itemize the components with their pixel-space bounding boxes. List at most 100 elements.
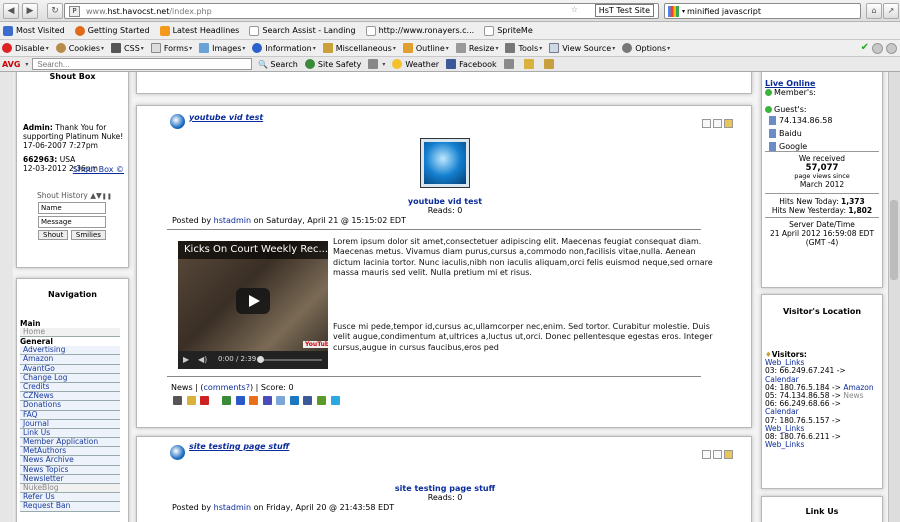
wd-css[interactable]: CSS ▾ (111, 43, 144, 53)
shout-message-field[interactable]: Message (38, 216, 106, 228)
bookmark-spriteme[interactable]: SpriteMe (484, 25, 533, 36)
visitor-page[interactable]: Web_Links (765, 441, 883, 449)
play-button[interactable] (236, 288, 270, 314)
avg-search-input[interactable] (32, 58, 253, 70)
volume-icon[interactable]: ◀) (198, 355, 207, 364)
pdf-icon[interactable] (713, 119, 722, 128)
bookmark-label: Search Assist - Landing (262, 26, 356, 35)
bookmark-most-visited[interactable]: Most Visited (3, 25, 65, 36)
author-link[interactable]: hstadmin (214, 216, 251, 225)
scrollbar-thumb[interactable] (890, 200, 898, 280)
seek-handle[interactable] (257, 356, 264, 363)
back-icon[interactable]: ◀ (3, 2, 19, 19)
avg-weather[interactable]: Weather (392, 59, 439, 69)
weather-label: Weather (405, 59, 440, 69)
shout-text: USA (59, 155, 76, 164)
bookmark-getting-started[interactable]: Getting Started (74, 25, 150, 36)
engine-dropdown-icon[interactable]: ▾ (682, 8, 685, 15)
pdf-icon[interactable] (200, 396, 210, 405)
server-time-block: Server Date/Time 21 April 2012 16:59:08 … (762, 220, 882, 247)
feed-icon[interactable]: ↗ (883, 3, 899, 19)
shout-history[interactable]: Shout History ▲▼❚❚ (37, 191, 112, 200)
email-icon[interactable] (186, 396, 196, 405)
home-icon[interactable]: ⌂ (866, 3, 882, 19)
nav-menu: Main Home General Advertising Amazon Ava… (20, 319, 128, 512)
wd-information[interactable]: Information ▾ (252, 43, 316, 53)
search-engine-box[interactable]: ▾ minified javascript (664, 3, 861, 19)
star-icon[interactable]: ☆ (571, 5, 578, 14)
shoutbox-link[interactable]: Shout Box © (73, 165, 124, 174)
shout-button[interactable]: Shout (38, 230, 69, 240)
youtube-video[interactable]: Kicks On Court Weekly Rec... YouTube ▶ ◀… (178, 241, 328, 369)
edit-icon[interactable] (724, 450, 733, 459)
url-bar[interactable]: P www. hst.havocst.net/index.php ☆ HsT Te… (64, 3, 659, 19)
youtube-logo[interactable]: YouTube (303, 341, 328, 348)
wd-images[interactable]: Images ▾ (199, 43, 245, 53)
live-online-title[interactable]: Live Online (765, 79, 815, 88)
wd-disable[interactable]: Disable ▾ (2, 43, 49, 53)
share-icon[interactable] (262, 396, 272, 405)
divider (765, 151, 879, 152)
vertical-scrollbar[interactable] (888, 72, 900, 522)
visitor-page[interactable]: News (843, 391, 863, 400)
wd-outline[interactable]: Outline ▾ (402, 43, 449, 53)
wd-view-source[interactable]: View Source ▾ (549, 43, 615, 53)
share-icon[interactable] (222, 396, 232, 405)
bookmark-ronayers[interactable]: http://www.ronayers.c... (365, 25, 474, 36)
wd-misc[interactable]: Miscellaneous ▾ (322, 43, 396, 53)
wd-forms[interactable]: Forms ▾ (150, 43, 192, 53)
shout-name-field[interactable]: Name (38, 202, 106, 214)
wd-tools[interactable]: Tools ▾ (505, 43, 542, 53)
avg-facebook[interactable]: Facebook (446, 59, 497, 69)
smilies-button[interactable]: Smilies (70, 230, 106, 240)
share-icon[interactable] (317, 396, 327, 405)
previous-article-panel (136, 72, 752, 94)
avg-site-safety[interactable]: Site Safety (304, 59, 361, 69)
post-date: on Friday, April 20 @ 21:43:58 EDT (253, 503, 395, 512)
author-link[interactable]: hstadmin (214, 503, 251, 512)
article-title[interactable]: site testing page stuff (189, 442, 289, 451)
share-icon[interactable] (249, 396, 259, 405)
avg-search-button[interactable]: 🔍 Search (258, 60, 297, 69)
nav-item[interactable]: Request Ban (20, 502, 120, 512)
bookmark-search-assist[interactable]: Search Assist - Landing (249, 25, 356, 36)
print-icon[interactable] (702, 450, 711, 459)
article-reads: Reads: 0 (427, 493, 463, 502)
pdf-icon[interactable] (713, 450, 722, 459)
nav-item-home[interactable]: Home (20, 327, 120, 338)
seek-bar[interactable] (258, 359, 322, 361)
tab-title[interactable]: HsT Test Site (594, 4, 654, 17)
avg-extra-2[interactable] (523, 59, 537, 69)
avg-extra-3[interactable] (543, 59, 557, 69)
wd-cookies[interactable]: Cookies ▾ (55, 43, 104, 53)
edit-icon[interactable] (724, 119, 733, 128)
print-icon[interactable] (702, 119, 711, 128)
link-us-panel: Link Us (761, 496, 883, 522)
share-icon[interactable] (235, 396, 245, 405)
twitter-icon[interactable] (330, 396, 340, 405)
forward-icon[interactable]: ▶ (22, 2, 38, 19)
play-small-icon[interactable]: ▶ (183, 355, 189, 364)
gmt: (GMT -4) (805, 238, 839, 247)
views-count: 57,077 (805, 162, 839, 173)
dropdown-icon[interactable]: ▾ (25, 61, 28, 68)
article-title[interactable]: youtube vid test (189, 113, 263, 122)
video-title[interactable]: Kicks On Court Weekly Rec... (178, 241, 328, 259)
print-icon[interactable] (173, 396, 182, 405)
facebook-icon[interactable] (303, 396, 313, 405)
share-icon[interactable] (289, 396, 299, 405)
link-us-title: Link Us (805, 507, 839, 516)
reload-icon[interactable]: ↻ (47, 3, 63, 19)
article-center-title[interactable]: site testing page stuff (137, 484, 753, 493)
google-icon[interactable] (668, 5, 679, 17)
comments-link[interactable]: comments? (204, 383, 250, 392)
avg-extra-1[interactable] (503, 59, 517, 69)
wd-resize[interactable]: Resize ▾ (455, 43, 498, 53)
avg-trash[interactable]: ▾ (368, 59, 385, 69)
site-identity-icon[interactable]: P (69, 5, 80, 17)
article-center-title[interactable]: youtube vid test (137, 197, 753, 206)
bookmark-latest-headlines[interactable]: Latest Headlines (159, 25, 239, 36)
share-icon[interactable] (276, 396, 286, 405)
wd-options[interactable]: Options ▾ (622, 43, 670, 53)
avg-logo[interactable]: AVG (2, 60, 20, 69)
